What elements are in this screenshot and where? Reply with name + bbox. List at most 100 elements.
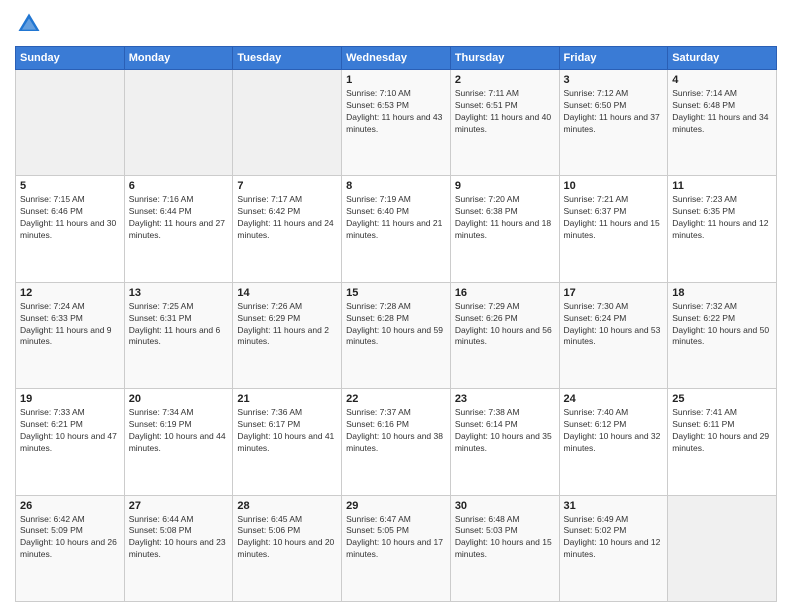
calendar-cell: 11 Sunrise: 7:23 AMSunset: 6:35 PMDayligh… <box>668 176 777 282</box>
day-number: 20 <box>129 393 229 405</box>
day-number: 6 <box>129 180 229 192</box>
day-number: 10 <box>564 180 664 192</box>
logo-icon <box>15 10 43 38</box>
day-number: 8 <box>346 180 446 192</box>
day-number: 31 <box>564 500 664 512</box>
calendar: SundayMondayTuesdayWednesdayThursdayFrid… <box>15 46 777 602</box>
calendar-cell: 13 Sunrise: 7:25 AMSunset: 6:31 PMDayligh… <box>124 282 233 388</box>
calendar-cell: 23 Sunrise: 7:38 AMSunset: 6:14 PMDayligh… <box>450 389 559 495</box>
day-number: 22 <box>346 393 446 405</box>
day-info: Sunrise: 7:28 AMSunset: 6:28 PMDaylight:… <box>346 301 446 349</box>
calendar-cell: 15 Sunrise: 7:28 AMSunset: 6:28 PMDayligh… <box>342 282 451 388</box>
calendar-cell: 16 Sunrise: 7:29 AMSunset: 6:26 PMDayligh… <box>450 282 559 388</box>
calendar-week-row: 12 Sunrise: 7:24 AMSunset: 6:33 PMDayligh… <box>16 282 777 388</box>
weekday-header-thursday: Thursday <box>450 47 559 70</box>
calendar-cell: 20 Sunrise: 7:34 AMSunset: 6:19 PMDayligh… <box>124 389 233 495</box>
day-number: 1 <box>346 74 446 86</box>
day-number: 27 <box>129 500 229 512</box>
day-number: 30 <box>455 500 555 512</box>
day-number: 28 <box>237 500 337 512</box>
weekday-header-saturday: Saturday <box>668 47 777 70</box>
day-info: Sunrise: 7:14 AMSunset: 6:48 PMDaylight:… <box>672 88 772 136</box>
day-info: Sunrise: 7:10 AMSunset: 6:53 PMDaylight:… <box>346 88 446 136</box>
calendar-cell <box>233 70 342 176</box>
calendar-cell: 1 Sunrise: 7:10 AMSunset: 6:53 PMDaylight… <box>342 70 451 176</box>
calendar-week-row: 19 Sunrise: 7:33 AMSunset: 6:21 PMDayligh… <box>16 389 777 495</box>
day-number: 15 <box>346 287 446 299</box>
day-number: 14 <box>237 287 337 299</box>
day-number: 17 <box>564 287 664 299</box>
day-info: Sunrise: 6:48 AMSunset: 5:03 PMDaylight:… <box>455 514 555 562</box>
day-info: Sunrise: 7:30 AMSunset: 6:24 PMDaylight:… <box>564 301 664 349</box>
day-info: Sunrise: 7:11 AMSunset: 6:51 PMDaylight:… <box>455 88 555 136</box>
calendar-cell: 17 Sunrise: 7:30 AMSunset: 6:24 PMDayligh… <box>559 282 668 388</box>
day-number: 16 <box>455 287 555 299</box>
day-number: 12 <box>20 287 120 299</box>
day-number: 29 <box>346 500 446 512</box>
calendar-cell <box>668 495 777 601</box>
calendar-cell: 7 Sunrise: 7:17 AMSunset: 6:42 PMDaylight… <box>233 176 342 282</box>
weekday-header-tuesday: Tuesday <box>233 47 342 70</box>
day-info: Sunrise: 7:25 AMSunset: 6:31 PMDaylight:… <box>129 301 229 349</box>
day-info: Sunrise: 6:49 AMSunset: 5:02 PMDaylight:… <box>564 514 664 562</box>
calendar-cell: 18 Sunrise: 7:32 AMSunset: 6:22 PMDayligh… <box>668 282 777 388</box>
calendar-cell: 2 Sunrise: 7:11 AMSunset: 6:51 PMDaylight… <box>450 70 559 176</box>
calendar-cell: 12 Sunrise: 7:24 AMSunset: 6:33 PMDayligh… <box>16 282 125 388</box>
day-info: Sunrise: 6:44 AMSunset: 5:08 PMDaylight:… <box>129 514 229 562</box>
calendar-cell: 10 Sunrise: 7:21 AMSunset: 6:37 PMDayligh… <box>559 176 668 282</box>
day-number: 21 <box>237 393 337 405</box>
day-info: Sunrise: 7:19 AMSunset: 6:40 PMDaylight:… <box>346 194 446 242</box>
day-number: 18 <box>672 287 772 299</box>
day-number: 2 <box>455 74 555 86</box>
day-info: Sunrise: 7:38 AMSunset: 6:14 PMDaylight:… <box>455 407 555 455</box>
calendar-cell: 21 Sunrise: 7:36 AMSunset: 6:17 PMDayligh… <box>233 389 342 495</box>
day-number: 13 <box>129 287 229 299</box>
calendar-cell: 31 Sunrise: 6:49 AMSunset: 5:02 PMDayligh… <box>559 495 668 601</box>
calendar-cell: 5 Sunrise: 7:15 AMSunset: 6:46 PMDaylight… <box>16 176 125 282</box>
day-number: 23 <box>455 393 555 405</box>
day-number: 5 <box>20 180 120 192</box>
day-info: Sunrise: 6:42 AMSunset: 5:09 PMDaylight:… <box>20 514 120 562</box>
day-info: Sunrise: 7:32 AMSunset: 6:22 PMDaylight:… <box>672 301 772 349</box>
day-info: Sunrise: 7:29 AMSunset: 6:26 PMDaylight:… <box>455 301 555 349</box>
day-info: Sunrise: 7:41 AMSunset: 6:11 PMDaylight:… <box>672 407 772 455</box>
day-info: Sunrise: 7:23 AMSunset: 6:35 PMDaylight:… <box>672 194 772 242</box>
day-number: 9 <box>455 180 555 192</box>
day-info: Sunrise: 7:26 AMSunset: 6:29 PMDaylight:… <box>237 301 337 349</box>
calendar-cell <box>124 70 233 176</box>
day-number: 19 <box>20 393 120 405</box>
calendar-cell: 4Sunrise: 7:14 AMSunset: 6:48 PMDaylight… <box>668 70 777 176</box>
day-info: Sunrise: 7:24 AMSunset: 6:33 PMDaylight:… <box>20 301 120 349</box>
day-info: Sunrise: 7:40 AMSunset: 6:12 PMDaylight:… <box>564 407 664 455</box>
calendar-week-row: 1 Sunrise: 7:10 AMSunset: 6:53 PMDaylight… <box>16 70 777 176</box>
page: SundayMondayTuesdayWednesdayThursdayFrid… <box>0 0 792 612</box>
calendar-cell: 27 Sunrise: 6:44 AMSunset: 5:08 PMDayligh… <box>124 495 233 601</box>
weekday-header-wednesday: Wednesday <box>342 47 451 70</box>
calendar-cell <box>16 70 125 176</box>
day-info: Sunrise: 7:17 AMSunset: 6:42 PMDaylight:… <box>237 194 337 242</box>
day-info: Sunrise: 7:37 AMSunset: 6:16 PMDaylight:… <box>346 407 446 455</box>
calendar-cell: 26Sunrise: 6:42 AMSunset: 5:09 PMDayligh… <box>16 495 125 601</box>
day-info: Sunrise: 7:34 AMSunset: 6:19 PMDaylight:… <box>129 407 229 455</box>
calendar-cell: 3Sunrise: 7:12 AMSunset: 6:50 PMDaylight… <box>559 70 668 176</box>
day-info: Sunrise: 6:47 AMSunset: 5:05 PMDaylight:… <box>346 514 446 562</box>
day-number: 7 <box>237 180 337 192</box>
calendar-cell: 8 Sunrise: 7:19 AMSunset: 6:40 PMDaylight… <box>342 176 451 282</box>
calendar-cell: 9Sunrise: 7:20 AMSunset: 6:38 PMDaylight… <box>450 176 559 282</box>
day-number: 11 <box>672 180 772 192</box>
calendar-cell: 29 Sunrise: 6:47 AMSunset: 5:05 PMDayligh… <box>342 495 451 601</box>
weekday-header-monday: Monday <box>124 47 233 70</box>
day-number: 24 <box>564 393 664 405</box>
day-info: Sunrise: 7:36 AMSunset: 6:17 PMDaylight:… <box>237 407 337 455</box>
calendar-cell: 22 Sunrise: 7:37 AMSunset: 6:16 PMDayligh… <box>342 389 451 495</box>
weekday-header-row: SundayMondayTuesdayWednesdayThursdayFrid… <box>16 47 777 70</box>
weekday-header-sunday: Sunday <box>16 47 125 70</box>
calendar-week-row: 26Sunrise: 6:42 AMSunset: 5:09 PMDayligh… <box>16 495 777 601</box>
day-info: Sunrise: 7:21 AMSunset: 6:37 PMDaylight:… <box>564 194 664 242</box>
day-info: Sunrise: 6:45 AMSunset: 5:06 PMDaylight:… <box>237 514 337 562</box>
day-number: 3 <box>564 74 664 86</box>
day-info: Sunrise: 7:15 AMSunset: 6:46 PMDaylight:… <box>20 194 120 242</box>
day-info: Sunrise: 7:33 AMSunset: 6:21 PMDaylight:… <box>20 407 120 455</box>
calendar-week-row: 5 Sunrise: 7:15 AMSunset: 6:46 PMDaylight… <box>16 176 777 282</box>
calendar-cell: 24 Sunrise: 7:40 AMSunset: 6:12 PMDayligh… <box>559 389 668 495</box>
